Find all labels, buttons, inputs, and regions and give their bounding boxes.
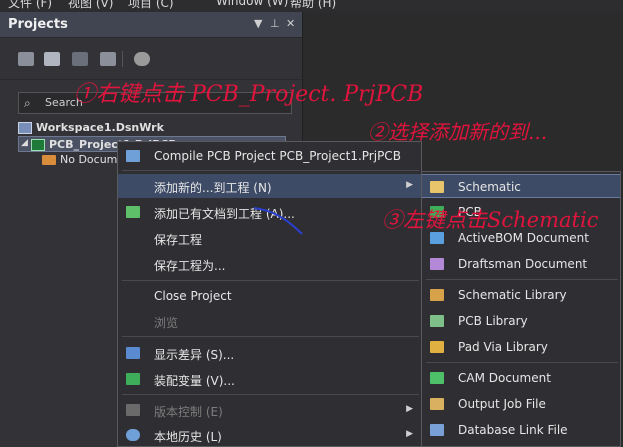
submenu-arrow-icon: ▶	[406, 180, 413, 190]
local-history-icon	[126, 429, 140, 441]
annotation-step2: ②选择添加新的到...	[368, 120, 548, 144]
tree-workspace[interactable]: Workspace1.DsnWrk	[18, 120, 218, 136]
workspace-label: Workspace1.DsnWrk	[36, 121, 164, 134]
menu-window[interactable]: Window (W)	[216, 0, 288, 8]
refresh-folder-icon[interactable]	[100, 52, 116, 66]
variants-icon	[126, 373, 140, 385]
menu-view[interactable]: 视图 (V)	[68, 0, 113, 11]
schematic-library-icon	[430, 289, 444, 301]
menu-item-version-control: 版本控制 (E) ▶	[118, 398, 421, 422]
show-differences-icon	[126, 347, 140, 359]
submenu-arrow-icon: ▶	[406, 404, 413, 414]
submenu-arrow-icon: ▶	[406, 429, 413, 439]
menu-help[interactable]: 帮助 (H)	[290, 0, 336, 11]
annotation-step1: ①右键点击 PCB_Project. PrjPCB	[74, 82, 424, 107]
toolbar-separator	[122, 51, 123, 67]
panel-header: Projects ▼ ⊥ ✕	[0, 12, 302, 38]
menu-bar: 文件 (F) 视图 (V) 项目 (C) Window (W) 帮助 (H)	[0, 0, 623, 12]
folder-icon[interactable]	[72, 52, 88, 66]
submenu-item-draftsman[interactable]: Draftsman Document	[422, 252, 620, 276]
menu-item-compile[interactable]: Compile PCB Project PCB_Project1.PrjPCB	[118, 144, 421, 168]
panel-menu-icon[interactable]: ▼	[254, 17, 262, 30]
menu-item-local-history[interactable]: 本地历史 (L) ▶	[118, 423, 421, 447]
version-control-icon	[126, 404, 140, 416]
submenu-item-cam-document[interactable]: CAM Document	[422, 366, 620, 390]
submenu-item-database-link[interactable]: Database Link File	[422, 418, 620, 442]
draftsman-icon	[430, 258, 444, 270]
add-document-icon	[126, 206, 140, 218]
annotation-step3: ③左键点击Schematic	[382, 208, 599, 232]
expand-icon[interactable]: ◢	[21, 138, 28, 148]
menu-item-add-new[interactable]: 添加新的...到工程 (N) ▶	[118, 174, 421, 198]
submenu-item-schematic[interactable]: Schematic	[422, 174, 620, 198]
submenu-item-schematic-library[interactable]: Schematic Library	[422, 283, 620, 307]
output-job-icon	[430, 398, 444, 410]
context-menu: Compile PCB Project PCB_Project1.PrjPCB …	[117, 141, 422, 447]
save-icon[interactable]	[18, 52, 34, 66]
pin-icon[interactable]: ⊥	[270, 17, 280, 30]
pad-via-library-icon	[430, 341, 444, 353]
search-icon: ⌕	[24, 96, 31, 110]
panel-toolbar	[0, 38, 302, 80]
panel-title: Projects	[8, 17, 68, 32]
schematic-icon	[430, 181, 444, 193]
pcb-library-icon	[430, 315, 444, 327]
folder-icon	[42, 155, 56, 165]
close-icon[interactable]: ✕	[286, 17, 295, 30]
menu-item-close-project[interactable]: Close Project	[118, 284, 421, 308]
submenu-item-pcb-library[interactable]: PCB Library	[422, 309, 620, 333]
compile-icon	[126, 150, 140, 162]
menu-item-explore: 浏览	[154, 316, 179, 330]
submenu-item-pad-via-library[interactable]: Pad Via Library	[422, 335, 620, 359]
menu-item-variants[interactable]: 装配变量 (V)...	[118, 367, 421, 391]
workspace-icon	[18, 122, 32, 134]
blue-pen-stroke	[253, 207, 303, 235]
menu-project[interactable]: 项目 (C)	[128, 0, 174, 11]
database-link-icon	[430, 424, 444, 436]
menu-item-save-project-as[interactable]: 保存工程为...	[118, 252, 421, 276]
submenu-item-output-job[interactable]: Output Job File	[422, 392, 620, 416]
cam-document-icon	[430, 372, 444, 384]
gear-icon[interactable]	[134, 52, 150, 66]
menu-file[interactable]: 文件 (F)	[8, 0, 52, 11]
copy-icon[interactable]	[44, 52, 60, 66]
pcb-project-icon	[31, 139, 45, 151]
menu-item-show-differences[interactable]: 显示差异 (S)...	[118, 341, 421, 365]
